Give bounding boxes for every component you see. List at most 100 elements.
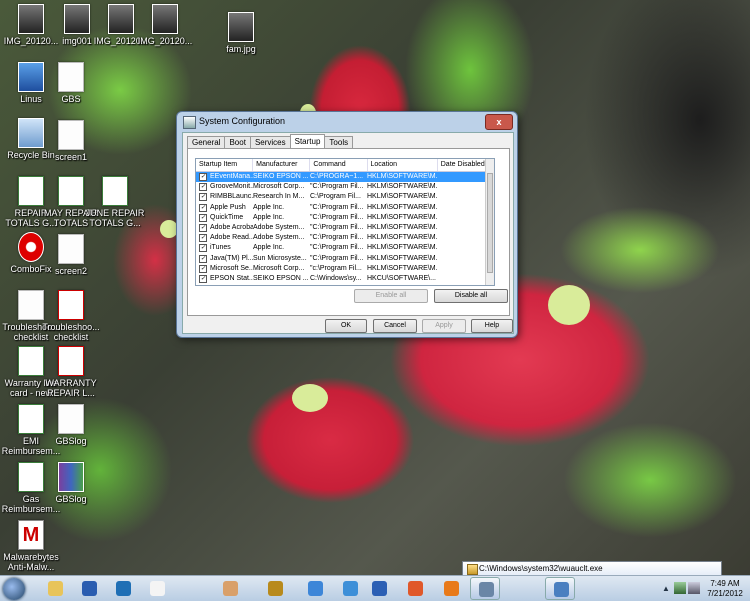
desktop-icon[interactable]: Troubleshoo... checklist <box>40 290 102 342</box>
column-header-command[interactable]: Command <box>310 159 368 171</box>
desktop-icon[interactable]: JUNE REPAIR TOTALS G... <box>84 176 146 228</box>
taskbar-button[interactable] <box>260 577 290 600</box>
startup-checkbox[interactable]: ✓ <box>199 183 207 192</box>
itunes-icon <box>343 581 358 596</box>
table-row[interactable]: ✓ GrooveMonit... Microsoft Corp... "C:\Prog… <box>196 182 494 192</box>
enable-all-button[interactable]: Enable all <box>354 289 428 303</box>
startup-checkbox[interactable]: ✓ <box>199 203 207 212</box>
command-cell: "C:\Program Fil... <box>310 223 364 231</box>
dialog-titlebar[interactable]: System Configuration x <box>177 112 517 132</box>
table-row[interactable]: ✓ Adobe Read... Adobe System... "C:\Program… <box>196 233 494 243</box>
table-row[interactable]: ✓ Apple Push Apple Inc. "C:\Program Fil... H… <box>196 203 494 213</box>
desktop-icon[interactable]: screen1 <box>40 120 102 162</box>
start-button[interactable] <box>3 578 25 600</box>
taskbar-button[interactable] <box>364 577 394 600</box>
startup-checkbox[interactable]: ✓ <box>199 244 207 253</box>
photo-file-icon <box>18 4 44 34</box>
ok-button[interactable]: OK <box>325 319 367 333</box>
network-icon[interactable] <box>674 582 686 594</box>
table-row[interactable]: ✓ RIMBBLaunc... Research In M... C:\Program… <box>196 192 494 202</box>
doc-file-icon <box>58 234 84 264</box>
startup-checkbox[interactable]: ✓ <box>199 234 207 243</box>
startup-item-cell: ✓Steam <box>196 284 253 286</box>
internet-explorer-icon <box>308 581 323 596</box>
clock-date: 7/21/2012 <box>707 589 743 598</box>
show-hidden-icons-arrow[interactable]: ▲ <box>662 584 670 593</box>
folder-icon <box>467 564 478 575</box>
taskbar-button[interactable] <box>215 577 245 600</box>
startup-checkbox[interactable]: ✓ <box>199 193 207 202</box>
startup-checkbox[interactable]: ✓ <box>199 224 207 233</box>
taskbar-button[interactable] <box>74 577 104 600</box>
table-row[interactable]: ✓ EPSON Stat... SEIKO EPSON ... C:\Windows\… <box>196 274 494 284</box>
vertical-scrollbar[interactable] <box>485 159 494 285</box>
startup-item-name: GrooveMonit... <box>210 183 253 191</box>
taskbar-button[interactable] <box>400 577 430 600</box>
scrollbar-thumb[interactable] <box>487 173 493 273</box>
command-cell: C:\PROGRA~1... <box>310 172 367 183</box>
disable-all-button[interactable]: Disable all <box>434 289 508 303</box>
desktop-icon[interactable]: GBS <box>40 62 102 104</box>
mbam-file-icon: M <box>18 520 44 550</box>
help-button[interactable]: Help <box>471 319 513 333</box>
startup-checkbox[interactable]: ✓ <box>199 285 207 286</box>
desktop-icon[interactable]: fam.jpg <box>210 12 272 54</box>
startup-item-cell: ✓ EPSON Stat... <box>196 274 253 284</box>
startup-checkbox[interactable]: ✓ <box>199 274 207 283</box>
startup-item-cell: ✓ Adobe Read... <box>196 233 253 243</box>
manufacturer-cell: Apple Inc. <box>253 244 285 252</box>
taskbar-button[interactable] <box>40 577 70 600</box>
taskbar-button[interactable] <box>108 577 138 600</box>
taskbar-button[interactable] <box>470 577 500 600</box>
clock[interactable]: 7:49 AM 7/21/2012 <box>702 579 748 599</box>
table-row[interactable]: ✓ Microsoft Se... Microsoft Corp... "c:\Pro… <box>196 264 494 274</box>
tab-startup[interactable]: Startup <box>289 134 326 149</box>
startup-checkbox[interactable]: ✓ <box>199 173 207 182</box>
column-header-startup-item[interactable]: Startup Item <box>196 159 254 171</box>
location-cell: HKLM\SOFTWARE\M... <box>367 213 438 221</box>
table-row[interactable]: ✓ EEventMana... SEIKO EPSON ... C:\PROGRA~1… <box>196 172 494 183</box>
photo-file-icon <box>228 12 254 42</box>
column-header-location[interactable]: Location <box>368 159 438 171</box>
startup-item-name: Microsoft Se... <box>210 264 253 272</box>
manufacturer-cell: Adobe System... <box>253 234 305 242</box>
table-row[interactable]: ✓ Java(TM) Pl... Sun Microsyste... "C:\Prog… <box>196 254 494 264</box>
table-row[interactable]: ✓SteamValve Corporat..."C:\Program Fil..… <box>196 284 494 286</box>
manufacturer-cell: Apple Inc. <box>253 203 285 211</box>
photo-file-icon <box>108 4 134 34</box>
startup-checkbox[interactable]: ✓ <box>199 254 207 263</box>
location-cell: HKCU\SOFTWARE\... <box>367 274 436 282</box>
manufacturer-cell: Valve Corporat... <box>253 284 310 285</box>
table-row[interactable]: ✓ QuickTime Apple Inc. "C:\Program Fil... HK… <box>196 213 494 223</box>
startup-item-name: Adobe Acrobat <box>210 223 253 231</box>
cancel-button[interactable]: Cancel <box>373 319 417 333</box>
apply-button[interactable]: Apply <box>422 319 466 333</box>
desktop-icon[interactable]: GBSlog <box>40 462 102 504</box>
column-header-manufacturer[interactable]: Manufacturer <box>253 159 311 171</box>
startup-item-name: EEventMana... <box>210 173 253 180</box>
desktop-icon[interactable]: IMG_20120... <box>134 4 196 46</box>
table-row[interactable]: ✓ iTunes Apple Inc. "C:\Program Fil... HKLM\… <box>196 243 494 253</box>
taskbar-button[interactable] <box>142 577 172 600</box>
startup-item-cell: ✓ EEventMana... <box>196 172 253 183</box>
taskbar-button[interactable] <box>545 577 575 600</box>
startup-items-list[interactable]: Startup Item Manufacturer Command Locati… <box>195 158 495 286</box>
table-row[interactable]: ✓ Adobe Acrobat Adobe System... "C:\Program… <box>196 223 494 233</box>
desktop-icon[interactable]: GBSlog <box>40 404 102 446</box>
close-button[interactable]: x <box>485 114 513 130</box>
taskbar-button[interactable] <box>436 577 466 600</box>
desktop-icon[interactable]: WARRANTY REPAIR L... <box>40 346 102 398</box>
taskbar-button[interactable] <box>300 577 330 600</box>
desktop-icon[interactable]: M Malwarebytes Anti-Malw... <box>0 520 62 572</box>
manufacturer-cell: Research In M... <box>253 193 305 201</box>
tooltip-text: C:\Windows\system32\wuauclt.exe <box>479 564 603 573</box>
desktop-icon[interactable]: screen2 <box>40 234 102 276</box>
manufacturer-cell: Microsoft Corp... <box>253 264 305 272</box>
taskbar-button[interactable] <box>335 577 365 600</box>
startup-checkbox[interactable]: ✓ <box>199 213 207 222</box>
firefox-icon <box>444 581 459 596</box>
volume-icon[interactable] <box>688 582 700 594</box>
desktop-icon-label: screen1 <box>54 152 88 162</box>
startup-item-name: Java(TM) Pl... <box>210 254 253 262</box>
startup-checkbox[interactable]: ✓ <box>199 264 207 273</box>
